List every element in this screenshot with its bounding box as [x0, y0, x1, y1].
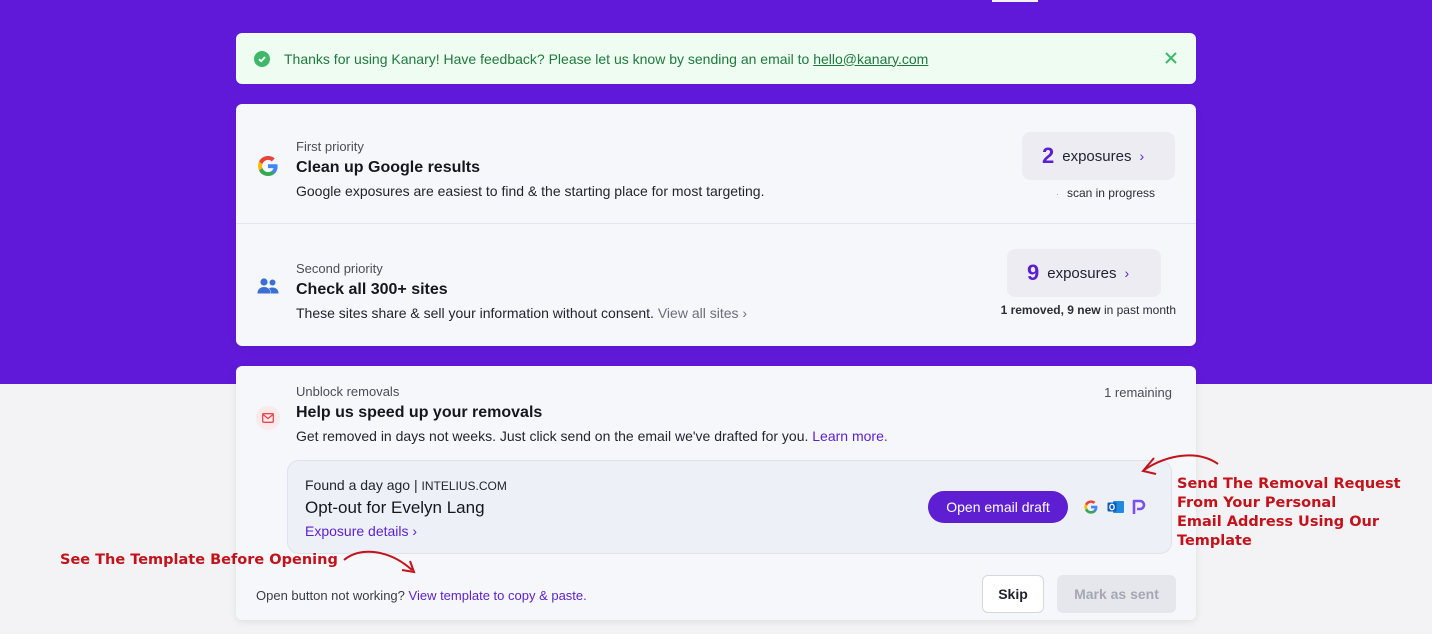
people-icon [256, 274, 280, 298]
optout-item: Found a day ago | INTELIUS.COM Opt-out f… [287, 460, 1172, 554]
view-all-sites-label: View all sites [657, 305, 739, 321]
check-circle-icon [254, 50, 270, 67]
mark-as-sent-button[interactable]: Mark as sent [1057, 575, 1176, 613]
learn-more-link[interactable]: Learn more. [812, 428, 887, 444]
exposure-details-link[interactable]: Exposure details › [305, 523, 417, 539]
banner-text: Thanks for using Kanary! Have feedback? … [284, 50, 810, 67]
chevron-right-icon: › [1139, 148, 1145, 164]
google-icon [256, 154, 280, 178]
exposure-label: exposures [1062, 147, 1132, 165]
unblock-description: Get removed in days not weeks. Just clic… [296, 428, 888, 444]
exposure-details-label: Exposure details [305, 523, 409, 539]
priority-row-google: First priority Clean up Google results G… [236, 104, 1196, 224]
priority-description: These sites share & sell your informatio… [296, 305, 747, 321]
priority-label: Second priority [296, 261, 383, 276]
annotation-right: Send The Removal Request From Your Perso… [1177, 475, 1401, 551]
found-text: Found a day ago | [305, 477, 418, 493]
footer-text: Open button not working? View template t… [256, 588, 587, 603]
hero-notch [992, 0, 1038, 2]
priority-title: Clean up Google results [296, 159, 481, 176]
unblock-removals-card: Unblock removals Help us speed up your r… [236, 366, 1196, 620]
proton-icon[interactable] [1132, 499, 1150, 517]
annotation-right-line: Send The Removal Request [1177, 476, 1401, 492]
priority-title: Check all 300+ sites [296, 281, 448, 298]
scan-status-text: scan in progress [1066, 186, 1155, 200]
unblock-title: Help us speed up your removals [296, 404, 543, 421]
annotation-right-line: From Your Personal [1177, 495, 1337, 511]
view-all-sites-link[interactable]: View all sites › [658, 305, 747, 321]
priority-text: Second priority Check all 300+ sites The… [296, 261, 747, 321]
site-name: INTELIUS.COM [421, 479, 507, 493]
priority-text: First priority Clean up Google results G… [296, 139, 764, 199]
outlook-icon[interactable] [1107, 499, 1125, 517]
remaining-count: 1 remaining [1104, 385, 1172, 400]
google-icon[interactable] [1083, 499, 1101, 517]
sites-status-rest: in past month [1103, 303, 1176, 317]
priority-description: Google exposures are easiest to find & t… [296, 183, 765, 199]
google-exposures-button[interactable]: 2 exposures › [1022, 132, 1175, 180]
unblock-label: Unblock removals [296, 384, 400, 399]
exposure-count: 2 [1042, 143, 1055, 168]
skip-button[interactable]: Skip [982, 575, 1044, 613]
feedback-email-link[interactable]: hello@kanary.com [813, 51, 928, 67]
sites-status: 1 removed, 9 new in past month [1001, 303, 1176, 317]
open-email-draft-button[interactable]: Open email draft [928, 491, 1068, 523]
found-info: Found a day ago | INTELIUS.COM [305, 477, 507, 493]
exposure-count: 9 [1027, 260, 1040, 285]
annotation-right-line: Email Address Using Our [1177, 514, 1379, 530]
annotation-right-line: Template [1177, 533, 1252, 549]
exposure-label: exposures [1047, 264, 1117, 282]
scan-status: · scan in progress [1056, 186, 1155, 200]
footer-question: Open button not working? [256, 588, 405, 603]
banner-message: Thanks for using Kanary! Have feedback? … [284, 51, 1164, 67]
priorities-card: First priority Clean up Google results G… [236, 104, 1196, 346]
sites-status-bold: 1 removed, 9 new [1000, 303, 1101, 317]
priority-row-sites: Second priority Check all 300+ sites The… [236, 225, 1196, 346]
view-template-link[interactable]: View template to copy & paste. [409, 588, 587, 603]
unblock-description-text: Get removed in days not weeks. Just clic… [296, 428, 809, 444]
spinner-icon: · [1055, 189, 1059, 199]
optout-name: Opt-out for Evelyn Lang [305, 498, 485, 517]
sites-exposures-button[interactable]: 9 exposures › [1007, 249, 1161, 297]
mail-icon [256, 406, 280, 430]
priority-description-text: These sites share & sell your informatio… [296, 305, 654, 321]
feedback-banner: Thanks for using Kanary! Have feedback? … [236, 33, 1196, 84]
close-icon[interactable] [1164, 49, 1178, 69]
annotation-left: See The Template Before Opening [60, 552, 338, 568]
chevron-right-icon: › [1124, 265, 1130, 281]
priority-label: First priority [296, 139, 364, 154]
unblock-text: Unblock removals Help us speed up your r… [296, 384, 888, 444]
annotation-arrow-left [343, 550, 416, 574]
